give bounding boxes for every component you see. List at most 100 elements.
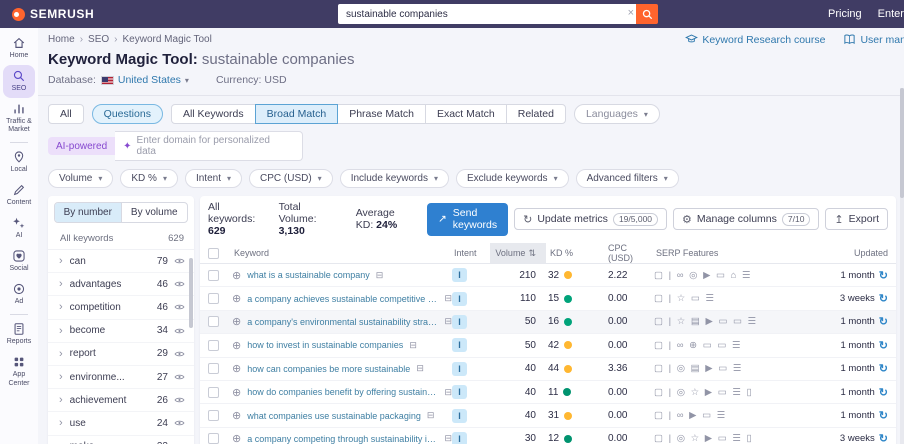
- tab-all-keywords[interactable]: All Keywords: [170, 104, 256, 124]
- filter-intent[interactable]: Intent ▾: [184, 169, 242, 188]
- row-checkbox[interactable]: [208, 269, 219, 281]
- sidebar-item-reports[interactable]: Reports: [3, 318, 35, 351]
- sidebar-item-ai[interactable]: AI: [3, 212, 35, 245]
- refresh-icon[interactable]: ↻: [879, 362, 888, 375]
- serp-preview-icon[interactable]: ⊟: [409, 340, 417, 351]
- tab-phrase-match[interactable]: Phrase Match: [337, 104, 426, 124]
- refresh-icon[interactable]: ↻: [879, 432, 888, 444]
- keyword-group-competition[interactable]: › competition 46: [48, 296, 194, 320]
- keyword-link[interactable]: a company achieves sustainable competiti…: [247, 294, 438, 304]
- refresh-icon[interactable]: ↻: [879, 292, 888, 305]
- sidebar-item-app-center[interactable]: App Center: [3, 351, 35, 392]
- groups-scrollbar[interactable]: [189, 258, 193, 328]
- table-row[interactable]: ⊕ a company achieves sustainable competit…: [200, 287, 896, 311]
- keyword-group-environme-[interactable]: › environme... 27: [48, 366, 194, 390]
- select-all-checkbox[interactable]: [208, 247, 219, 259]
- col-volume[interactable]: Volume ⇅: [490, 243, 546, 263]
- refresh-icon[interactable]: ↻: [879, 315, 888, 328]
- serp-preview-icon[interactable]: ⊟: [376, 270, 384, 281]
- toggle-by-volume[interactable]: By volume: [120, 203, 188, 222]
- sidebar-item-content[interactable]: Content: [3, 179, 35, 212]
- tab-related[interactable]: Related: [505, 104, 566, 124]
- add-keyword-icon[interactable]: ⊕: [232, 269, 241, 282]
- eye-icon[interactable]: [174, 327, 185, 335]
- page-scrollbar-thumb[interactable]: [900, 88, 904, 198]
- add-keyword-icon[interactable]: ⊕: [232, 315, 241, 328]
- keyword-link[interactable]: what companies use sustainable packaging: [247, 411, 421, 421]
- database-selector[interactable]: United States ▾: [100, 74, 189, 86]
- table-row[interactable]: ⊕ what is a sustainable company ⊟ I 210 32 2.2…: [200, 264, 896, 288]
- search-clear-icon[interactable]: ×: [628, 7, 634, 19]
- col-updated[interactable]: Updated: [796, 248, 888, 258]
- eye-icon[interactable]: [174, 280, 185, 288]
- col-cpc[interactable]: CPC (USD): [594, 243, 654, 263]
- filter-include-keywords[interactable]: Include keywords ▾: [339, 169, 449, 188]
- col-serp-features[interactable]: SERP Features: [654, 248, 796, 258]
- filter-volume[interactable]: Volume ▾: [48, 169, 114, 188]
- add-keyword-icon[interactable]: ⊕: [232, 339, 241, 352]
- row-checkbox[interactable]: [208, 433, 219, 444]
- send-keywords-button[interactable]: ↗ Send keywords: [426, 202, 509, 236]
- sidebar-item-local[interactable]: Local: [3, 146, 35, 179]
- keyword-link[interactable]: a company competing through sustainabili…: [247, 434, 438, 444]
- keyword-link[interactable]: how can companies be more sustainable: [247, 364, 410, 374]
- toggle-by-number[interactable]: By number: [55, 203, 121, 222]
- eye-icon[interactable]: [174, 419, 185, 427]
- serp-preview-icon[interactable]: ⊟: [444, 316, 452, 327]
- sidebar-item-traffic-market[interactable]: Traffic & Market: [3, 98, 35, 139]
- filter-cpc-usd-[interactable]: CPC (USD) ▾: [249, 169, 333, 188]
- keyword-group-achievement[interactable]: › achievement 26: [48, 389, 194, 413]
- breadcrumb-item-seo[interactable]: SEO: [88, 34, 109, 45]
- keyword-link[interactable]: how do companies benefit by offering sus…: [247, 387, 438, 397]
- row-checkbox[interactable]: [208, 410, 219, 422]
- eye-icon[interactable]: [174, 303, 185, 311]
- add-keyword-icon[interactable]: ⊕: [232, 386, 241, 399]
- keyword-group-become[interactable]: › become 34: [48, 320, 194, 343]
- row-checkbox[interactable]: [208, 386, 219, 398]
- enterprise-link[interactable]: Enterprise: [878, 8, 904, 20]
- keyword-group-use[interactable]: › use 24: [48, 412, 194, 436]
- serp-preview-icon[interactable]: ⊟: [444, 433, 452, 444]
- keyword-group-advantages[interactable]: › advantages 46: [48, 273, 194, 297]
- pricing-link[interactable]: Pricing: [828, 8, 862, 20]
- tab-questions[interactable]: Questions: [91, 104, 163, 124]
- refresh-icon[interactable]: ↻: [879, 269, 888, 282]
- semrush-logo[interactable]: SEMRUSH: [12, 7, 94, 21]
- sidebar-item-seo[interactable]: SEO: [3, 65, 35, 99]
- export-button[interactable]: ↥ Export: [825, 208, 888, 230]
- col-keyword[interactable]: Keyword: [232, 248, 452, 258]
- serp-preview-icon[interactable]: ⊟: [416, 363, 424, 374]
- update-metrics-button[interactable]: ↻ Update metrics 19/5,000: [514, 208, 668, 230]
- manage-columns-button[interactable]: ⚙ Manage columns 7/10: [673, 208, 820, 230]
- table-row[interactable]: ⊕ how do companies benefit by offering su…: [200, 381, 896, 405]
- add-keyword-icon[interactable]: ⊕: [232, 292, 241, 305]
- sidebar-item-home[interactable]: Home: [3, 32, 35, 65]
- keyword-group-report[interactable]: › report 29: [48, 343, 194, 366]
- user-manual-link[interactable]: User manual: [843, 33, 904, 46]
- row-checkbox[interactable]: [208, 293, 219, 305]
- eye-icon[interactable]: [174, 373, 185, 381]
- breadcrumb-item-home[interactable]: Home: [48, 34, 75, 45]
- keyword-link[interactable]: a company's environmental sustainability…: [247, 317, 438, 327]
- refresh-icon[interactable]: ↻: [879, 409, 888, 422]
- keyword-link[interactable]: what is a sustainable company: [247, 270, 370, 280]
- keyword-link[interactable]: how to invest in sustainable companies: [247, 340, 403, 350]
- search-button[interactable]: [636, 4, 658, 24]
- keyword-group-make[interactable]: ›make23: [48, 436, 194, 444]
- sidebar-item-social[interactable]: Social: [3, 245, 35, 278]
- eye-icon[interactable]: [174, 257, 185, 265]
- refresh-icon[interactable]: ↻: [879, 339, 888, 352]
- filter-exclude-keywords[interactable]: Exclude keywords ▾: [455, 169, 569, 188]
- row-checkbox[interactable]: [208, 339, 219, 351]
- keyword-group-can[interactable]: › can 79: [48, 250, 194, 274]
- table-row[interactable]: ⊕ a company's environmental sustainabilit…: [200, 310, 896, 335]
- filter-kd-[interactable]: KD % ▾: [120, 169, 178, 188]
- page-scrollbar[interactable]: [900, 88, 904, 444]
- serp-preview-icon[interactable]: ⊟: [427, 410, 435, 421]
- table-row[interactable]: ⊕ how can companies be more sustainable ⊟ I…: [200, 358, 896, 381]
- table-row[interactable]: ⊕ how to invest in sustainable companies ⊟…: [200, 334, 896, 358]
- col-intent[interactable]: Intent: [452, 248, 490, 258]
- filter-advanced-filters[interactable]: Advanced filters ▾: [575, 169, 679, 188]
- keyword-research-course-link[interactable]: Keyword Research course: [685, 33, 825, 46]
- table-row[interactable]: ⊕ what companies use sustainable packagin…: [200, 404, 896, 428]
